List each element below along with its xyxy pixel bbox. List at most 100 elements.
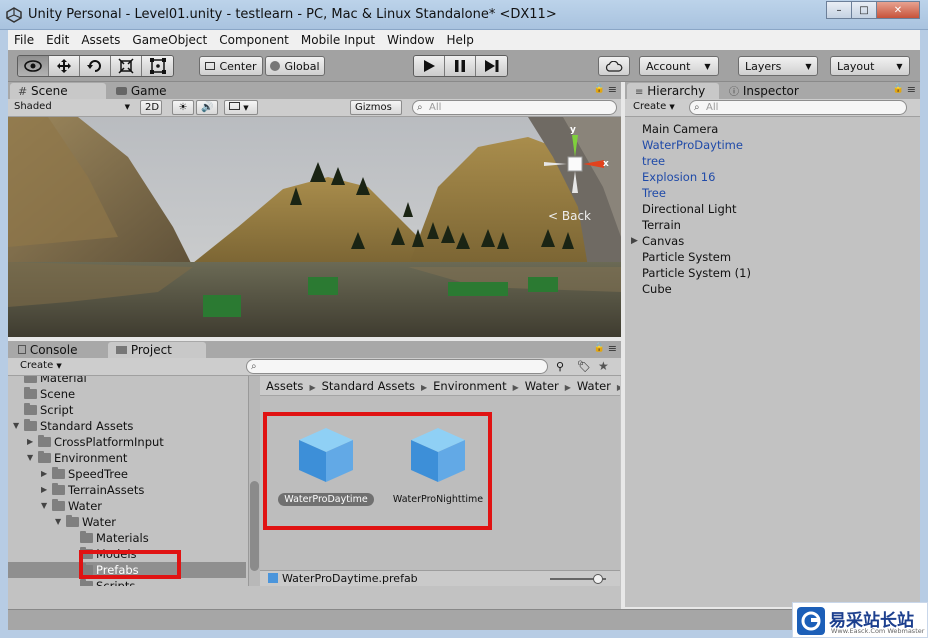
hierarchy-item[interactable]: WaterProDaytime (625, 137, 920, 153)
scene-search-input[interactable]: ⌕ All (412, 100, 617, 115)
hierarchy-item[interactable]: ▶ Canvas (625, 233, 920, 249)
hierarchy-item[interactable]: Cube (625, 281, 920, 297)
tree-item[interactable]: ▶ TerrainAssets (8, 482, 246, 498)
panel-menu-icon[interactable]: ≡ (907, 83, 916, 96)
tab-scene[interactable]: # Scene (10, 83, 106, 99)
toggle-2d-button[interactable]: 2D (140, 100, 162, 115)
shading-mode-dropdown[interactable]: Shaded ▼ (10, 100, 132, 115)
minimize-button[interactable]: – (826, 1, 852, 19)
menu-mobile-input[interactable]: Mobile Input (295, 33, 381, 47)
menu-file[interactable]: File (8, 33, 40, 47)
tree-item[interactable]: ▼ Water (8, 514, 246, 530)
tab-game[interactable]: Game (108, 83, 198, 99)
hierarchy-item[interactable]: Tree (625, 185, 920, 201)
tree-item[interactable]: ▼ Standard Assets (8, 418, 246, 434)
lock-icon[interactable]: 🔒 (594, 84, 605, 94)
scene-orientation-gizmo[interactable] (540, 129, 610, 199)
highlight-prefabs-box (79, 550, 181, 579)
breadcrumb-item[interactable]: Water (525, 379, 559, 393)
rect-tool-button[interactable] (142, 56, 173, 76)
tree-item[interactable]: Script (8, 402, 246, 418)
collapse-arrow-icon[interactable]: ▼ (27, 450, 33, 466)
tag-icon[interactable]: 🏷 (577, 360, 591, 373)
hierarchy-item[interactable]: Directional Light (625, 201, 920, 217)
layers-dropdown[interactable]: Layers ▼ (738, 56, 818, 76)
zoom-slider-track[interactable] (550, 574, 606, 584)
zoom-slider-thumb[interactable] (592, 574, 603, 584)
move-tool-button[interactable] (49, 56, 80, 76)
play-button[interactable] (414, 56, 445, 76)
effects-dropdown[interactable]: ▼ (224, 100, 258, 115)
project-search-input[interactable]: ⌕ (246, 359, 548, 374)
tree-item[interactable]: Scripts (8, 578, 246, 586)
account-dropdown[interactable]: Account ▼ (639, 56, 719, 76)
pause-button[interactable] (445, 56, 476, 76)
tree-item[interactable]: ▼ Environment (8, 450, 246, 466)
expand-arrow-icon[interactable]: ▶ (41, 466, 47, 482)
breadcrumb-item[interactable]: Assets (266, 379, 303, 393)
hierarchy-item[interactable]: Particle System (625, 249, 920, 265)
lighting-toggle-button[interactable]: ☀ (172, 100, 194, 115)
tab-inspector[interactable]: ⓘ Inspector (721, 83, 813, 99)
gizmos-dropdown[interactable]: Gizmos ▼ (350, 100, 402, 126)
lock-icon[interactable]: 🔒 (594, 343, 605, 353)
scene-tabstrip: # Scene Game 🔒 ≡ (8, 82, 621, 99)
close-button[interactable]: ✕ (876, 1, 920, 19)
panel-menu-icon[interactable]: ≡ (608, 83, 617, 96)
step-button[interactable] (476, 56, 507, 76)
expand-arrow-icon[interactable]: ▶ (631, 233, 638, 249)
play-icon (424, 60, 435, 72)
layout-dropdown[interactable]: Layout ▼ (830, 56, 910, 76)
hierarchy-item[interactable]: tree (625, 153, 920, 169)
collapse-arrow-icon[interactable]: ▼ (13, 418, 19, 434)
hierarchy-create-dropdown[interactable]: Create ▼ (629, 100, 681, 115)
hierarchy-item[interactable]: Particle System (1) (625, 265, 920, 281)
hierarchy-item[interactable]: Terrain (625, 217, 920, 233)
hierarchy-search-input[interactable]: ⌕ All (689, 100, 907, 115)
expand-arrow-icon[interactable]: ▶ (41, 482, 47, 498)
pivot-center-button[interactable]: Center (199, 56, 263, 76)
collapse-arrow-icon[interactable]: ▼ (55, 514, 61, 530)
tree-item[interactable]: Scene (8, 386, 246, 402)
search-by-type-icon[interactable]: ⚲ (556, 360, 564, 373)
menu-edit[interactable]: Edit (40, 33, 75, 47)
hierarchy-item[interactable]: Main Camera (625, 121, 920, 137)
tab-hierarchy[interactable]: ≡ Hierarchy (627, 83, 719, 99)
breadcrumb-item[interactable]: Water (577, 379, 611, 393)
expand-arrow-icon[interactable]: ▶ (27, 434, 33, 450)
project-tree-scrollbar[interactable] (248, 376, 260, 586)
tree-item[interactable]: ▶ CrossPlatformInput (8, 434, 246, 450)
hierarchy-item[interactable]: Explosion 16 (625, 169, 920, 185)
window-frame-bottom (0, 630, 928, 638)
project-create-dropdown[interactable]: Create ▼ (16, 359, 68, 374)
gizmo-back-label[interactable]: < Back (548, 209, 591, 223)
menu-assets[interactable]: Assets (75, 33, 126, 47)
menu-help[interactable]: Help (440, 33, 479, 47)
breadcrumb-item[interactable]: Standard Assets (322, 379, 415, 393)
favorite-star-icon[interactable]: ★ (598, 359, 609, 373)
panel-menu-icon[interactable]: ≡ (608, 342, 617, 355)
breadcrumb-item[interactable]: Environment (433, 379, 506, 393)
menu-component[interactable]: Component (213, 33, 295, 47)
lock-icon[interactable]: 🔒 (893, 84, 904, 94)
view-tool-button[interactable] (18, 56, 49, 76)
scene-viewport[interactable]: y x < Back (8, 117, 621, 337)
tree-item[interactable]: Material (8, 376, 246, 386)
menu-gameobject[interactable]: GameObject (126, 33, 213, 47)
rotate-tool-button[interactable] (80, 56, 111, 76)
scale-tool-button[interactable] (111, 56, 142, 76)
cloud-button[interactable] (598, 56, 630, 76)
menu-window[interactable]: Window (381, 33, 440, 47)
maximize-button[interactable]: □ (851, 1, 877, 19)
tree-item-label: Environment (54, 451, 128, 465)
space-global-button[interactable]: Global (265, 56, 325, 76)
audio-toggle-button[interactable]: 🔊 (196, 100, 218, 115)
window-title: Unity Personal - Level01.unity - testlea… (28, 7, 557, 22)
scrollbar-thumb[interactable] (250, 481, 259, 571)
tab-console[interactable]: Console (10, 342, 106, 358)
tree-item[interactable]: ▶ SpeedTree (8, 466, 246, 482)
tree-item[interactable]: Materials (8, 530, 246, 546)
collapse-arrow-icon[interactable]: ▼ (41, 498, 47, 514)
tree-item[interactable]: ▼ Water (8, 498, 246, 514)
tab-project[interactable]: Project (108, 342, 206, 358)
